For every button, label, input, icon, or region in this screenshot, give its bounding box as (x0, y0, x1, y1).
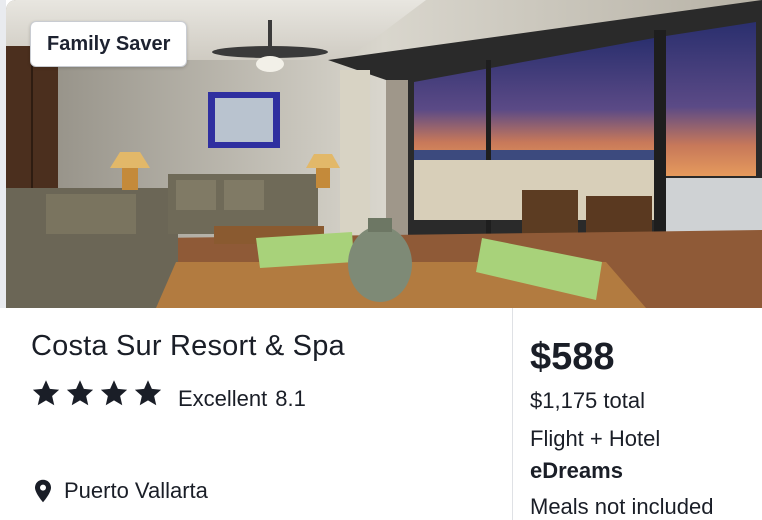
map-pin-icon (35, 479, 51, 503)
nightly-price: $588 (530, 336, 615, 378)
star-rating (31, 378, 163, 408)
column-divider (512, 308, 513, 520)
hotel-location: Puerto Vallarta (34, 478, 208, 504)
rating-word: Excellent (178, 386, 268, 411)
package-type: Flight + Hotel (530, 426, 661, 451)
total-price: $1,175 total (530, 388, 645, 413)
rating-score: 8.1 (275, 386, 306, 411)
family-saver-badge: Family Saver (30, 21, 188, 67)
guest-rating: Excellent 8.1 (178, 386, 306, 412)
star-icon (134, 380, 162, 406)
hotel-deal-card[interactable]: Family Saver Costa Sur Resort & Spa Exce… (0, 0, 762, 520)
location-label: Puerto Vallarta (64, 478, 208, 503)
star-icon (100, 380, 128, 406)
hotel-name[interactable]: Costa Sur Resort & Spa (31, 330, 345, 363)
star-icon (32, 380, 60, 406)
star-icon (66, 380, 94, 406)
meals-info: Meals not included (530, 494, 714, 519)
provider-name: eDreams (530, 458, 623, 483)
